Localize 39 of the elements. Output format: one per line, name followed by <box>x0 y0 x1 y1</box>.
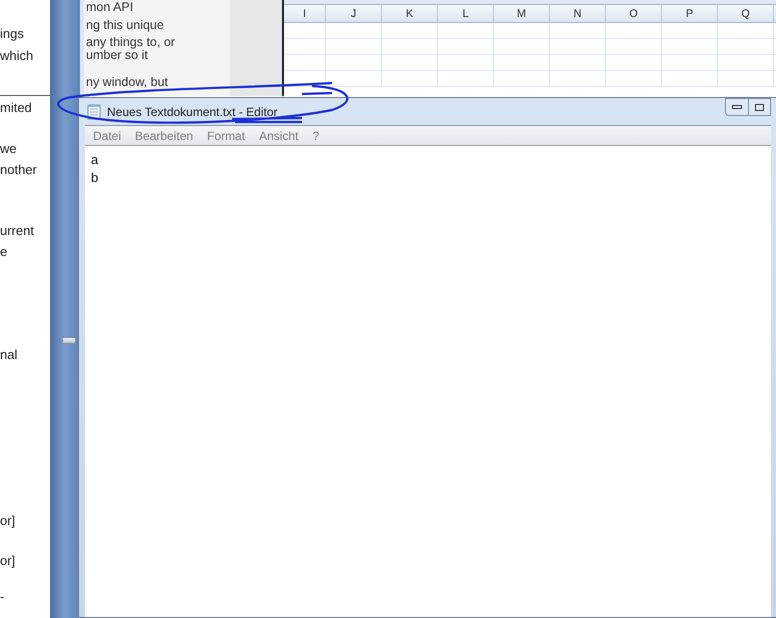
window-text: ny window, but <box>86 75 168 90</box>
document-text: or] <box>0 513 16 529</box>
minimize-button[interactable] <box>725 98 749 116</box>
window-text: mon API <box>86 0 134 15</box>
column-header[interactable]: L <box>438 5 494 23</box>
menu-item[interactable]: Bearbeiten <box>135 126 194 144</box>
notepad-icon <box>87 104 101 120</box>
document-text: or] <box>0 553 16 569</box>
window-text: umber so it <box>86 48 148 63</box>
column-header[interactable]: M <box>494 5 550 23</box>
text-area[interactable]: a b <box>85 145 771 617</box>
document-text: which <box>0 48 34 64</box>
document-text: ings <box>0 26 24 42</box>
maximize-button[interactable] <box>749 98 771 116</box>
window-text: any things to, or <box>86 35 175 49</box>
document-text: - <box>0 589 4 605</box>
document-text: we <box>0 141 17 157</box>
menu-item[interactable]: Datei <box>93 126 122 144</box>
document-text: mited <box>0 100 32 116</box>
scrollbar[interactable] <box>50 0 80 618</box>
column-header[interactable]: O <box>606 5 662 23</box>
text-line: b <box>91 169 100 187</box>
column-header[interactable]: J <box>326 5 382 23</box>
window-text: ng this unique <box>86 18 164 33</box>
menu-item[interactable]: Format <box>207 126 246 144</box>
column-header[interactable]: I <box>284 5 326 23</box>
document-text: nal <box>0 347 18 363</box>
column-header[interactable]: Q <box>718 5 774 23</box>
scroll-thumb[interactable] <box>62 337 76 344</box>
text-line: a <box>91 151 100 169</box>
document-text: e <box>0 244 8 260</box>
column-header[interactable]: N <box>550 5 606 23</box>
column-header[interactable]: P <box>662 5 718 23</box>
menu-item[interactable]: ? <box>312 126 320 144</box>
document-text: nother <box>0 162 37 178</box>
window-title: Neues Textdokument.txt - Editor <box>107 104 278 120</box>
menu-item[interactable]: Ansicht <box>259 126 298 144</box>
document-text: urrent <box>0 223 34 239</box>
column-header[interactable]: K <box>382 5 438 23</box>
